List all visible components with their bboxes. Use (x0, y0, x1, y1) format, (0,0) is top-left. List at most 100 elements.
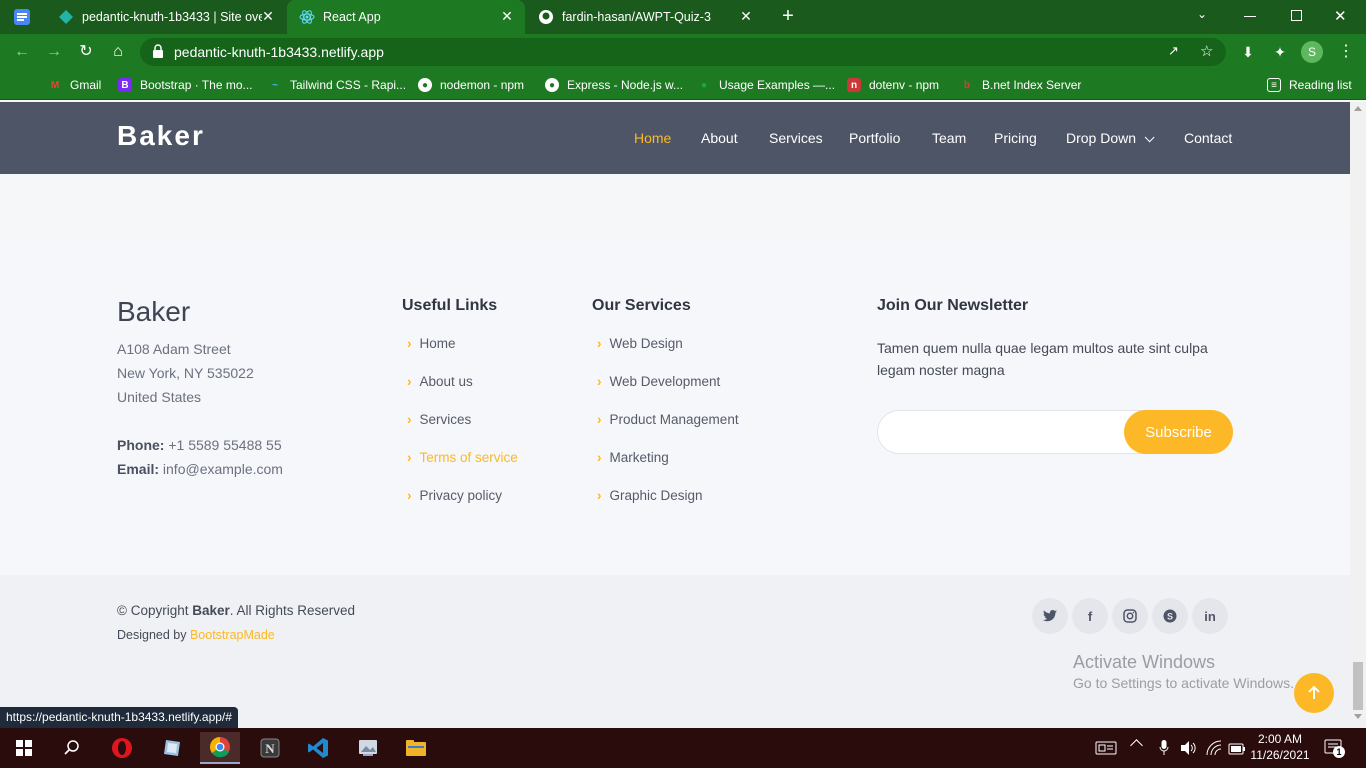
svg-text:N: N (265, 741, 275, 756)
minimize-button[interactable] (1244, 16, 1256, 17)
search-icon[interactable] (52, 732, 92, 764)
new-tab-button[interactable]: + (777, 5, 799, 27)
footer-link-privacy[interactable]: › Privacy policy (407, 488, 502, 503)
chrome-icon[interactable] (200, 732, 240, 764)
star-icon[interactable]: ☆ (1200, 42, 1213, 60)
page-scrollbar[interactable] (1350, 102, 1366, 728)
bnet-icon: b (963, 79, 971, 91)
bookmark-label: Gmail (70, 78, 102, 92)
notification-center-icon[interactable]: 1 (1324, 739, 1345, 762)
bookmark-express[interactable]: ● Express - Node.js w... (545, 76, 683, 94)
windows-start-icon[interactable] (4, 732, 44, 764)
subscribe-button[interactable]: Subscribe (1124, 410, 1233, 454)
skype-icon[interactable]: S (1152, 598, 1188, 634)
nav-about[interactable]: About (701, 130, 738, 146)
site-logo[interactable]: Baker (117, 120, 205, 152)
phone-value: +1 5589 55488 55 (168, 437, 282, 453)
footer-link-terms[interactable]: › Terms of service (407, 450, 518, 465)
back-arrow-icon[interactable]: ← (12, 42, 32, 62)
link-label: Web Development (609, 374, 721, 389)
bookmark-nodemon[interactable]: ● nodemon - npm (418, 76, 524, 94)
instagram-icon[interactable] (1112, 598, 1148, 634)
footer-link-home[interactable]: › Home (407, 336, 456, 351)
keyboard-input-icon[interactable] (1086, 732, 1126, 764)
tab-react-app[interactable]: React App ✕ (287, 0, 525, 34)
service-link-graphic-design[interactable]: › Graphic Design (597, 488, 703, 503)
bootstrap-icon: B (118, 78, 132, 92)
scroll-up-arrow-icon[interactable] (1354, 106, 1362, 111)
vscode-icon[interactable] (298, 732, 338, 764)
tab-search-icon[interactable] (12, 7, 32, 27)
nav-contact[interactable]: Contact (1184, 130, 1232, 146)
linkedin-icon[interactable]: in (1192, 598, 1228, 634)
close-icon[interactable]: ✕ (738, 8, 754, 24)
bookmark-tailwind[interactable]: ~ Tailwind CSS - Rapi... (268, 76, 406, 94)
mongodb-icon: ● (700, 79, 708, 91)
wifi-icon[interactable] (1206, 740, 1222, 761)
chevron-up-icon[interactable] (1130, 739, 1143, 752)
close-icon[interactable]: ✕ (499, 8, 515, 24)
link-status-bar: https://pedantic-knuth-1b3433.netlify.ap… (0, 707, 238, 728)
globe-icon: ● (418, 78, 432, 92)
activate-windows-watermark: Activate Windows Go to Settings to activ… (1073, 652, 1294, 691)
nav-services[interactable]: Services (769, 130, 823, 146)
bookmark-bootstrap[interactable]: B Bootstrap · The mo... (118, 76, 253, 94)
window-close-button[interactable]: ✕ (1334, 7, 1347, 25)
scroll-down-arrow-icon[interactable] (1354, 714, 1362, 719)
forward-arrow-icon[interactable]: → (44, 42, 64, 62)
designed-prefix: Designed by (117, 628, 190, 642)
notion-icon[interactable]: N (250, 732, 290, 764)
tab-github[interactable]: fardin-hasan/AWPT-Quiz-3 ✕ (526, 0, 764, 34)
back-to-top-button[interactable] (1294, 673, 1334, 713)
extensions-puzzle-icon[interactable]: ✦ (1270, 42, 1290, 62)
microphone-icon[interactable] (1159, 740, 1169, 761)
service-link-marketing[interactable]: › Marketing (597, 450, 669, 465)
email-line: Email: info@example.com (117, 461, 283, 477)
system-clock[interactable]: 2:00 AM 11/26/2021 (1240, 731, 1320, 763)
nav-portfolio[interactable]: Portfolio (849, 130, 900, 146)
photos-app-icon[interactable] (348, 732, 388, 764)
footer-link-services[interactable]: › Services (407, 412, 471, 427)
tab-list-chevron-down-icon[interactable]: ⌄ (1197, 7, 1207, 21)
reading-list-button[interactable]: ≡ Reading list (1267, 76, 1352, 94)
service-link-product-management[interactable]: › Product Management (597, 412, 739, 427)
bookmark-label: Bootstrap · The mo... (140, 78, 253, 92)
facebook-icon[interactable]: f (1072, 598, 1108, 634)
service-link-web-development[interactable]: › Web Development (597, 374, 720, 389)
bookmark-mongodb[interactable]: ● Usage Examples —... (697, 76, 835, 94)
bookmark-bnet[interactable]: b B.net Index Server (960, 76, 1081, 94)
reload-icon[interactable]: ↻ (76, 42, 96, 62)
notification-badge: 1 (1333, 746, 1345, 758)
nav-team[interactable]: Team (932, 130, 966, 146)
tab-label: fardin-hasan/AWPT-Quiz-3 (562, 10, 711, 24)
nav-pricing[interactable]: Pricing (994, 130, 1037, 146)
nav-dropdown[interactable]: Drop Down (1066, 130, 1155, 146)
menu-kebab-icon[interactable]: ⋮ (1336, 42, 1356, 62)
file-explorer-icon[interactable] (396, 732, 436, 764)
npm-icon: n (847, 78, 861, 92)
tab-netlify[interactable]: pedantic-knuth-1b3433 | Site ove ✕ (46, 0, 286, 34)
bootstrapmade-link[interactable]: BootstrapMade (190, 628, 275, 642)
lock-icon[interactable] (152, 44, 164, 63)
footer-top (0, 236, 1350, 575)
volume-icon[interactable] (1180, 740, 1196, 761)
share-icon[interactable]: ↗ (1168, 43, 1179, 59)
close-icon[interactable]: ✕ (260, 8, 276, 24)
footer-link-about[interactable]: › About us (407, 374, 473, 389)
opera-icon[interactable] (102, 732, 142, 764)
twitter-icon[interactable] (1032, 598, 1068, 634)
bookmark-dotenv[interactable]: n dotenv - npm (847, 76, 939, 94)
scrollbar-thumb[interactable] (1353, 662, 1363, 710)
svg-text:S: S (1167, 612, 1173, 622)
maximize-button[interactable] (1291, 10, 1302, 21)
address-bar[interactable]: pedantic-knuth-1b3433.netlify.app ↗ ☆ (140, 38, 1226, 66)
bookmark-gmail[interactable]: M Gmail (48, 76, 102, 94)
file-app-icon[interactable] (152, 732, 192, 764)
service-link-web-design[interactable]: › Web Design (597, 336, 683, 351)
phone-label: Phone: (117, 437, 165, 453)
chevron-right-icon: › (597, 412, 602, 427)
download-icon[interactable]: ⬇ (1238, 42, 1258, 62)
profile-avatar[interactable]: S (1301, 41, 1323, 63)
nav-home[interactable]: Home (634, 130, 671, 146)
home-icon[interactable]: ⌂ (108, 42, 128, 62)
